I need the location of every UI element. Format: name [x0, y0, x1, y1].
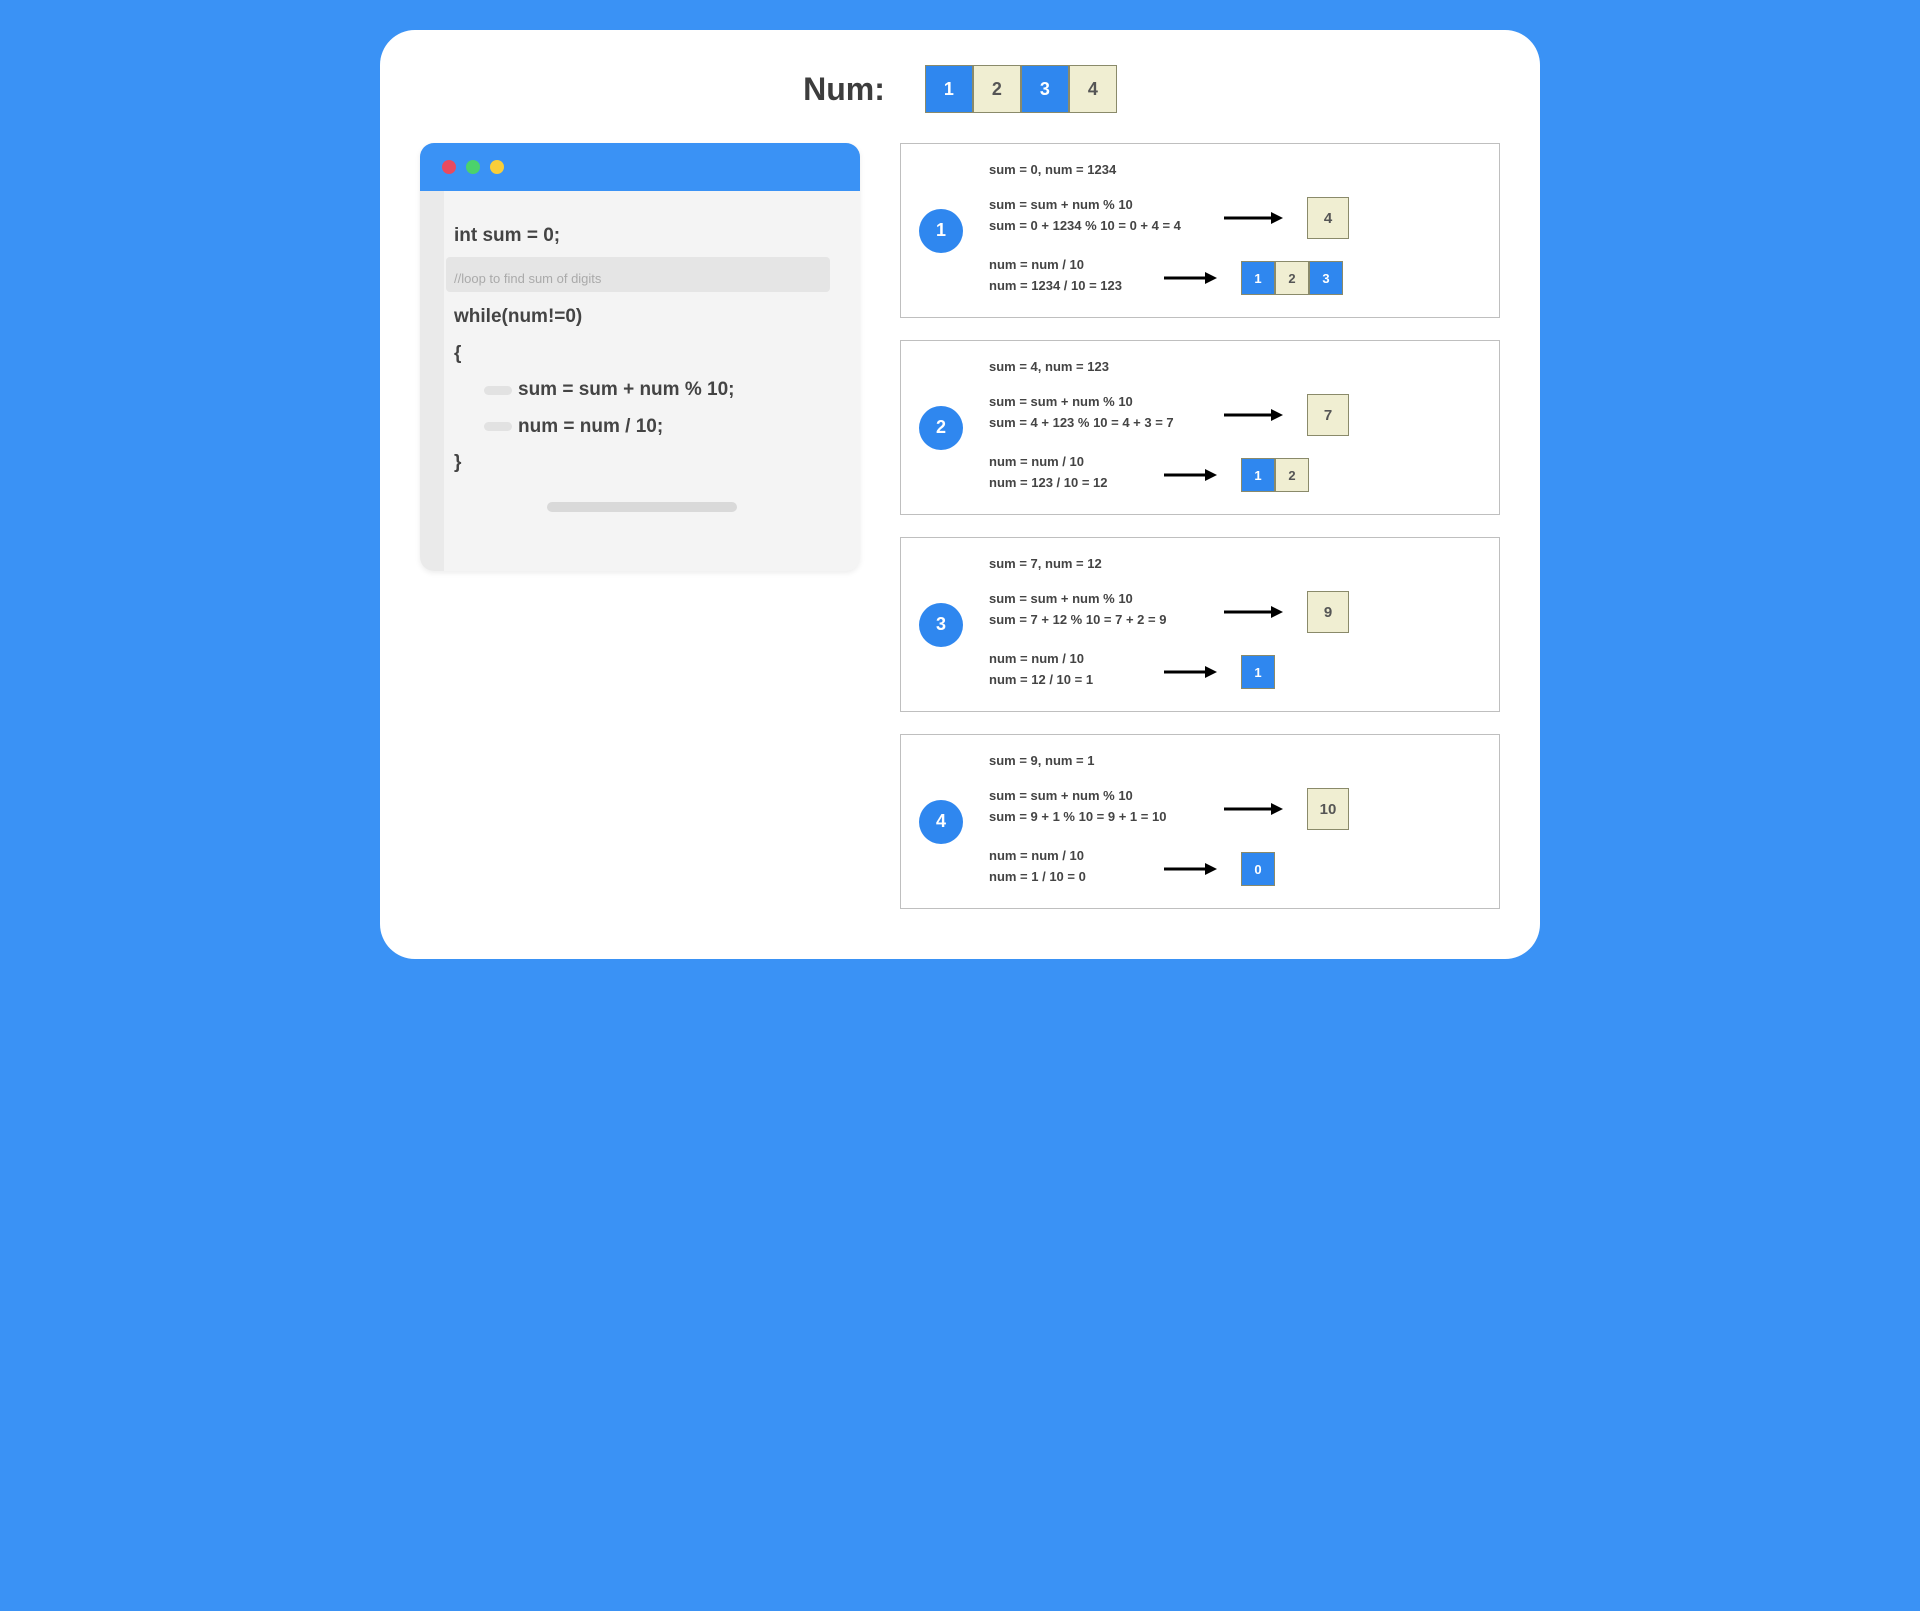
titlebar: [420, 143, 860, 191]
digit-cell: 3: [1021, 65, 1069, 113]
step-box: 2 sum = 4, num = 123 sum = sum + num % 1…: [900, 340, 1500, 515]
arrow-icon: [1163, 468, 1217, 482]
step-num-formula: num = num / 10: [989, 848, 1139, 863]
step-content: sum = 0, num = 1234 sum = sum + num % 10…: [989, 162, 1475, 299]
step-number-badge: 3: [919, 603, 963, 647]
digit-cell: 2: [1275, 458, 1309, 492]
step-sum-formula: sum = sum + num % 10: [989, 788, 1199, 803]
arrow-icon: [1163, 665, 1217, 679]
step-state: sum = 9, num = 1: [989, 753, 1475, 768]
digit-cell: 2: [973, 65, 1021, 113]
step-box: 1 sum = 0, num = 1234 sum = sum + num % …: [900, 143, 1500, 318]
code-gutter: [420, 191, 444, 571]
arrow-icon: [1223, 605, 1283, 619]
arrow-icon: [1223, 408, 1283, 422]
window-maximize-icon: [490, 160, 504, 174]
code-line: int sum = 0;: [454, 221, 830, 251]
arrow-icon: [1223, 211, 1283, 225]
arrow-icon: [1163, 271, 1217, 285]
header-label: Num:: [803, 71, 885, 108]
header: Num: 1234: [420, 65, 1500, 113]
sum-result-box: 4: [1307, 197, 1349, 239]
step-sum-calc: sum = 0 + 1234 % 10 = 0 + 4 = 4: [989, 218, 1199, 233]
step-num-formula: num = num / 10: [989, 257, 1139, 272]
step-num-calc: num = 1234 / 10 = 123: [989, 278, 1139, 293]
digit-cell: 4: [1069, 65, 1117, 113]
code-line: num = num / 10;: [454, 412, 830, 442]
step-sum-formula: sum = sum + num % 10: [989, 591, 1199, 606]
digit-row: 123: [1241, 261, 1343, 295]
step-num-formula: num = num / 10: [989, 454, 1139, 469]
step-num-calc: num = 1 / 10 = 0: [989, 869, 1139, 884]
code-line: }: [454, 448, 830, 478]
scrollbar: [547, 502, 737, 512]
digit-cell: 0: [1241, 852, 1275, 886]
digit-cell: 1: [1241, 655, 1275, 689]
step-box: 3 sum = 7, num = 12 sum = sum + num % 10…: [900, 537, 1500, 712]
code-line: {: [454, 339, 830, 369]
step-sum-formula: sum = sum + num % 10: [989, 394, 1199, 409]
header-digits: 1234: [925, 65, 1117, 113]
step-content: sum = 7, num = 12 sum = sum + num % 10 s…: [989, 556, 1475, 693]
step-state: sum = 7, num = 12: [989, 556, 1475, 571]
step-sum-formula: sum = sum + num % 10: [989, 197, 1199, 212]
step-sum-calc: sum = 4 + 123 % 10 = 4 + 3 = 7: [989, 415, 1199, 430]
digit-row: 0: [1241, 852, 1275, 886]
step-sum-calc: sum = 9 + 1 % 10 = 9 + 1 = 10: [989, 809, 1199, 824]
step-state: sum = 0, num = 1234: [989, 162, 1475, 177]
arrow-icon: [1223, 802, 1283, 816]
step-number-badge: 2: [919, 406, 963, 450]
diagram-canvas: Num: 1234 int sum = 0; //loop to find su…: [380, 30, 1540, 959]
digit-cell: 1: [925, 65, 973, 113]
sum-result-box: 10: [1307, 788, 1349, 830]
code-window: int sum = 0; //loop to find sum of digit…: [420, 143, 860, 571]
step-sum-calc: sum = 7 + 12 % 10 = 7 + 2 = 9: [989, 612, 1199, 627]
code-body: int sum = 0; //loop to find sum of digit…: [420, 191, 860, 571]
code-line: sum = sum + num % 10;: [454, 375, 830, 405]
code-line: while(num!=0): [454, 302, 830, 332]
digit-cell: 1: [1241, 261, 1275, 295]
bullet-icon: [484, 422, 512, 431]
digit-row: 1: [1241, 655, 1275, 689]
step-state: sum = 4, num = 123: [989, 359, 1475, 374]
steps-column: 1 sum = 0, num = 1234 sum = sum + num % …: [900, 143, 1500, 909]
step-num-calc: num = 12 / 10 = 1: [989, 672, 1139, 687]
sum-result-box: 9: [1307, 591, 1349, 633]
digit-cell: 1: [1241, 458, 1275, 492]
code-comment: //loop to find sum of digits: [454, 271, 822, 286]
digit-cell: 3: [1309, 261, 1343, 295]
window-close-icon: [442, 160, 456, 174]
content-row: int sum = 0; //loop to find sum of digit…: [420, 143, 1500, 909]
digit-row: 12: [1241, 458, 1309, 492]
sum-result-box: 7: [1307, 394, 1349, 436]
arrow-icon: [1163, 862, 1217, 876]
step-number-badge: 4: [919, 800, 963, 844]
window-minimize-icon: [466, 160, 480, 174]
step-num-calc: num = 123 / 10 = 12: [989, 475, 1139, 490]
code-highlight-block: //loop to find sum of digits: [446, 257, 830, 292]
step-box: 4 sum = 9, num = 1 sum = sum + num % 10 …: [900, 734, 1500, 909]
step-content: sum = 9, num = 1 sum = sum + num % 10 su…: [989, 753, 1475, 890]
digit-cell: 2: [1275, 261, 1309, 295]
bullet-icon: [484, 386, 512, 395]
step-num-formula: num = num / 10: [989, 651, 1139, 666]
step-content: sum = 4, num = 123 sum = sum + num % 10 …: [989, 359, 1475, 496]
step-number-badge: 1: [919, 209, 963, 253]
